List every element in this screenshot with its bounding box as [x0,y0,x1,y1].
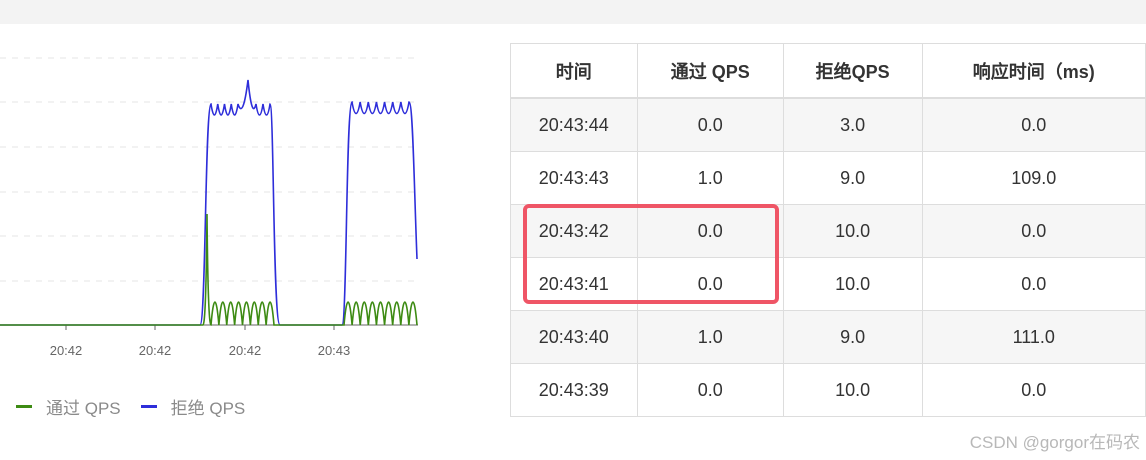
cell-block-qps: 3.0 [782,97,923,152]
qps-line-chart: 20:42 20:42 20:42 20:43 通过 QPS 拒绝 QPS [0,24,470,424]
cell-time: 20:43:40 [510,310,638,364]
x-tick-label: 20:42 [229,343,262,358]
cell-time: 20:43:39 [510,363,638,417]
table-row: 20:43:39 0.0 10.0 0.0 [510,363,1146,417]
legend-label-pass: 通过 QPS [46,399,121,418]
table-row: 20:43:41 0.0 10.0 0.0 [510,257,1146,311]
cell-response-time: 111.0 [921,310,1146,364]
top-bar [0,0,1146,24]
cell-block-qps: 9.0 [782,151,923,205]
table-row: 20:43:42 0.0 10.0 0.0 [510,204,1146,258]
table-row: 20:43:40 1.0 9.0 111.0 [510,310,1146,364]
cell-pass-qps: 0.0 [636,257,784,311]
header-time: 时间 [510,43,638,99]
legend-swatch-block [140,405,157,408]
cell-response-time: 0.0 [921,204,1146,258]
cell-response-time: 0.0 [921,257,1146,311]
cell-pass-qps: 1.0 [636,310,784,364]
cell-block-qps: 10.0 [782,257,923,311]
x-tick-label: 20:43 [318,343,351,358]
x-tick-label: 20:42 [50,343,83,358]
header-response-time: 响应时间（ms) [921,43,1146,99]
legend-item-pass[interactable]: 通过 QPS [16,394,121,419]
legend-swatch-pass [16,405,32,408]
x-tick-label: 20:42 [139,343,172,358]
cell-block-qps: 9.0 [782,310,923,364]
cell-pass-qps: 0.0 [636,363,784,417]
header-block-qps: 拒绝QPS [782,43,923,99]
cell-block-qps: 10.0 [782,204,923,258]
cell-response-time: 0.0 [921,97,1146,152]
cell-time: 20:43:43 [510,151,638,205]
qps-table: 时间 通过 QPS 拒绝QPS 响应时间（ms) 20:43:44 0.0 3.… [510,43,1146,417]
cell-time: 20:43:42 [510,204,638,258]
cell-pass-qps: 0.0 [636,204,784,258]
cell-time: 20:43:41 [510,257,638,311]
cell-response-time: 109.0 [921,151,1146,205]
cell-pass-qps: 0.0 [636,97,784,152]
cell-block-qps: 10.0 [782,363,923,417]
table-row: 20:43:43 1.0 9.0 109.0 [510,151,1146,205]
series-line-pass-qps [0,213,418,326]
watermark: CSDN @gorgor在码农 [969,433,1140,452]
legend-item-block[interactable]: 拒绝 QPS [140,394,246,419]
cell-time: 20:43:44 [510,97,638,152]
table-row: 20:43:44 0.0 3.0 0.0 [510,97,1146,152]
legend-label-block: 拒绝 QPS [170,399,246,418]
table-header-row: 时间 通过 QPS 拒绝QPS 响应时间（ms) [510,43,1146,99]
chart-canvas: 20:42 20:42 20:42 20:43 [0,57,418,358]
header-pass-qps: 通过 QPS [636,43,784,99]
cell-pass-qps: 1.0 [636,151,784,205]
cell-response-time: 0.0 [921,363,1146,417]
chart-legend: 通过 QPS 拒绝 QPS [16,394,265,419]
